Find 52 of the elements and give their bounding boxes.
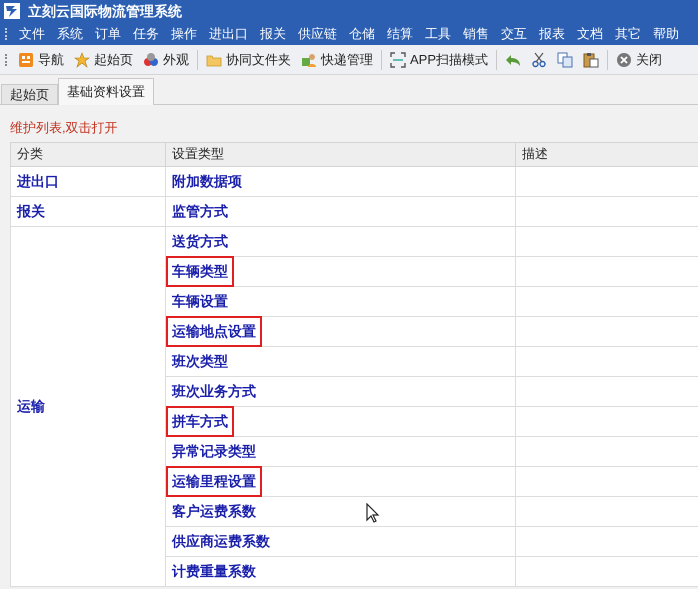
menu-item[interactable]: 报表: [533, 24, 571, 44]
menu-item[interactable]: 交互: [495, 24, 533, 44]
menu-item[interactable]: 文档: [571, 24, 609, 44]
menu-item[interactable]: 任务: [127, 24, 165, 44]
setting-type[interactable]: 附加数据项: [172, 168, 242, 194]
hint-text: 维护列表,双击打开: [10, 119, 119, 137]
toolbar-button[interactable]: 导航: [13, 48, 69, 72]
category-cell: 报关: [10, 196, 166, 226]
menu-item[interactable]: 其它: [609, 24, 647, 44]
toolbar-button[interactable]: 快递管理: [296, 48, 378, 72]
menu-item[interactable]: 帮助: [647, 24, 685, 44]
menu-item[interactable]: 文件: [13, 24, 51, 44]
toolbar-button[interactable]: APP扫描模式: [385, 48, 494, 72]
column-header: 分类: [10, 142, 166, 166]
menu-item[interactable]: 工具: [419, 24, 457, 44]
toolbar-button[interactable]: 外观: [138, 48, 194, 72]
mouse-cursor-icon: [366, 503, 380, 523]
toolbar-button[interactable]: 起始页: [69, 48, 138, 72]
app-logo-icon: [4, 3, 20, 19]
setting-type[interactable]: 班次类型: [172, 348, 228, 374]
navigation-icon: [18, 52, 34, 68]
palette-icon: [143, 52, 159, 68]
setting-type[interactable]: 车辆设置: [172, 288, 228, 314]
highlighted-setting-type[interactable]: 车辆类型: [168, 258, 232, 284]
star-icon: [74, 52, 90, 68]
menu-item[interactable]: 销售: [457, 24, 495, 44]
menu-item[interactable]: 进出口: [203, 24, 254, 44]
setting-type[interactable]: 监管方式: [172, 198, 228, 224]
tab[interactable]: 起始页: [1, 84, 58, 104]
menu-item[interactable]: 订单: [89, 24, 127, 44]
column-header: 设置类型: [166, 142, 516, 166]
column-header: 描述: [516, 142, 698, 166]
highlighted-setting-type[interactable]: 拼车方式: [168, 408, 232, 434]
paste-icon: [583, 52, 600, 68]
copy-icon: [557, 52, 574, 68]
toolbar-button[interactable]: 关闭: [611, 48, 668, 72]
setting-type[interactable]: 送货方式: [172, 228, 228, 254]
close-icon: [616, 52, 632, 68]
person-package-icon: [301, 52, 317, 68]
scissors-icon: [531, 52, 548, 68]
tab[interactable]: 基础资料设置: [58, 78, 154, 105]
window-title: 立刻云国际物流管理系统: [28, 2, 182, 20]
category-cell: 运输: [10, 226, 166, 586]
menu-item[interactable]: 操作: [165, 24, 203, 44]
menu-item[interactable]: 报关: [254, 24, 292, 44]
scan-icon: [390, 52, 406, 68]
menu-item[interactable]: 结算: [381, 24, 419, 44]
menu-item[interactable]: 供应链: [292, 24, 343, 44]
category-cell: 进出口: [10, 166, 166, 196]
menu-item[interactable]: 系统: [51, 24, 89, 44]
toolbar-button[interactable]: 协同文件夹: [201, 48, 296, 72]
menu-item[interactable]: 仓储: [343, 24, 381, 44]
